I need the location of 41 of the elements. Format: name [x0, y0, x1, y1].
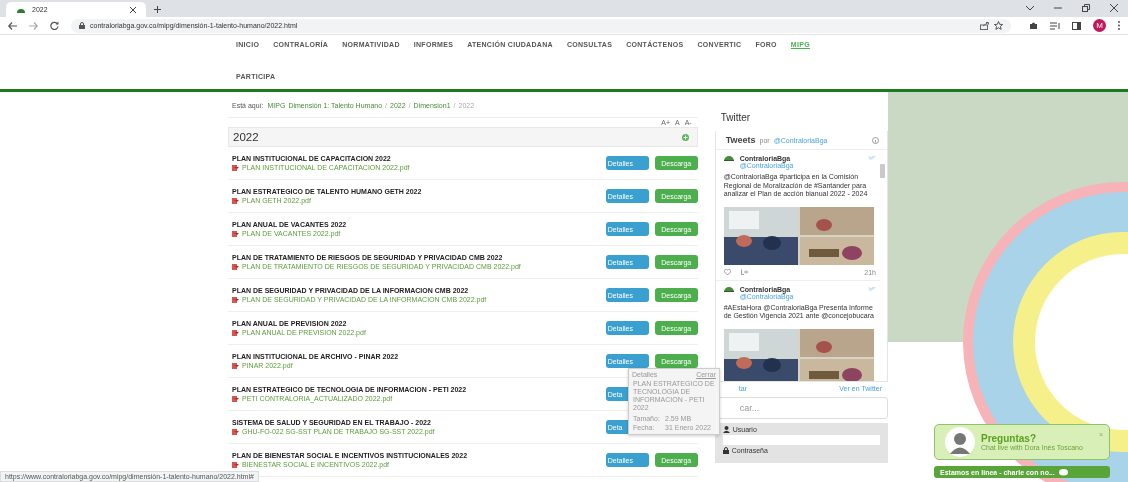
playlist-icon[interactable]: [1050, 21, 1060, 30]
pdf-file-icon: [232, 230, 239, 237]
puzzle-icon[interactable]: [1029, 21, 1038, 30]
close-icon[interactable]: [1110, 4, 1118, 12]
bird-icon: [868, 155, 876, 161]
pdf-file-icon: [232, 164, 239, 171]
restore-icon[interactable]: [1082, 4, 1090, 12]
star-icon[interactable]: [994, 21, 1003, 30]
lock-icon: [79, 22, 85, 29]
speech-bubble-icon: [1058, 468, 1068, 476]
logo-icon: [723, 155, 734, 161]
lock-icon: [722, 447, 729, 454]
bird-icon: [868, 285, 876, 292]
share-icon[interactable]: [740, 269, 748, 275]
chevron-down-icon[interactable]: [1026, 5, 1034, 11]
sidebar-title: Twitter: [719, 112, 752, 125]
logo-icon: [723, 285, 734, 292]
close-icon[interactable]: [130, 6, 136, 13]
person-silhouette-icon: [945, 427, 975, 457]
plus-icon[interactable]: [154, 6, 161, 13]
pdf-file-icon: [232, 329, 239, 336]
panel-title: 2022: [233, 131, 259, 143]
chat-title: Preguntas?: [981, 432, 1037, 444]
reload-icon[interactable]: [50, 21, 59, 30]
sidebar-icon[interactable]: [1072, 21, 1081, 30]
widget-title: Tweets: [725, 135, 756, 145]
pdf-file-icon: [232, 428, 239, 435]
share-icon[interactable]: [980, 21, 989, 30]
profile-avatar[interactable]: M: [1093, 19, 1106, 32]
user-icon: [722, 426, 730, 433]
pdf-file-icon: [232, 296, 239, 303]
back-icon[interactable]: [8, 21, 17, 30]
wifi-arc-icon: [16, 6, 26, 13]
info-icon[interactable]: [872, 136, 879, 144]
pdf-file-icon: [232, 461, 239, 468]
pdf-file-icon: [232, 197, 239, 204]
pdf-file-icon: [232, 362, 239, 369]
scrollbar[interactable]: [880, 164, 885, 178]
pdf-file-icon: [232, 395, 239, 402]
username-field[interactable]: [722, 435, 880, 445]
pdf-file-icon: [232, 263, 239, 270]
